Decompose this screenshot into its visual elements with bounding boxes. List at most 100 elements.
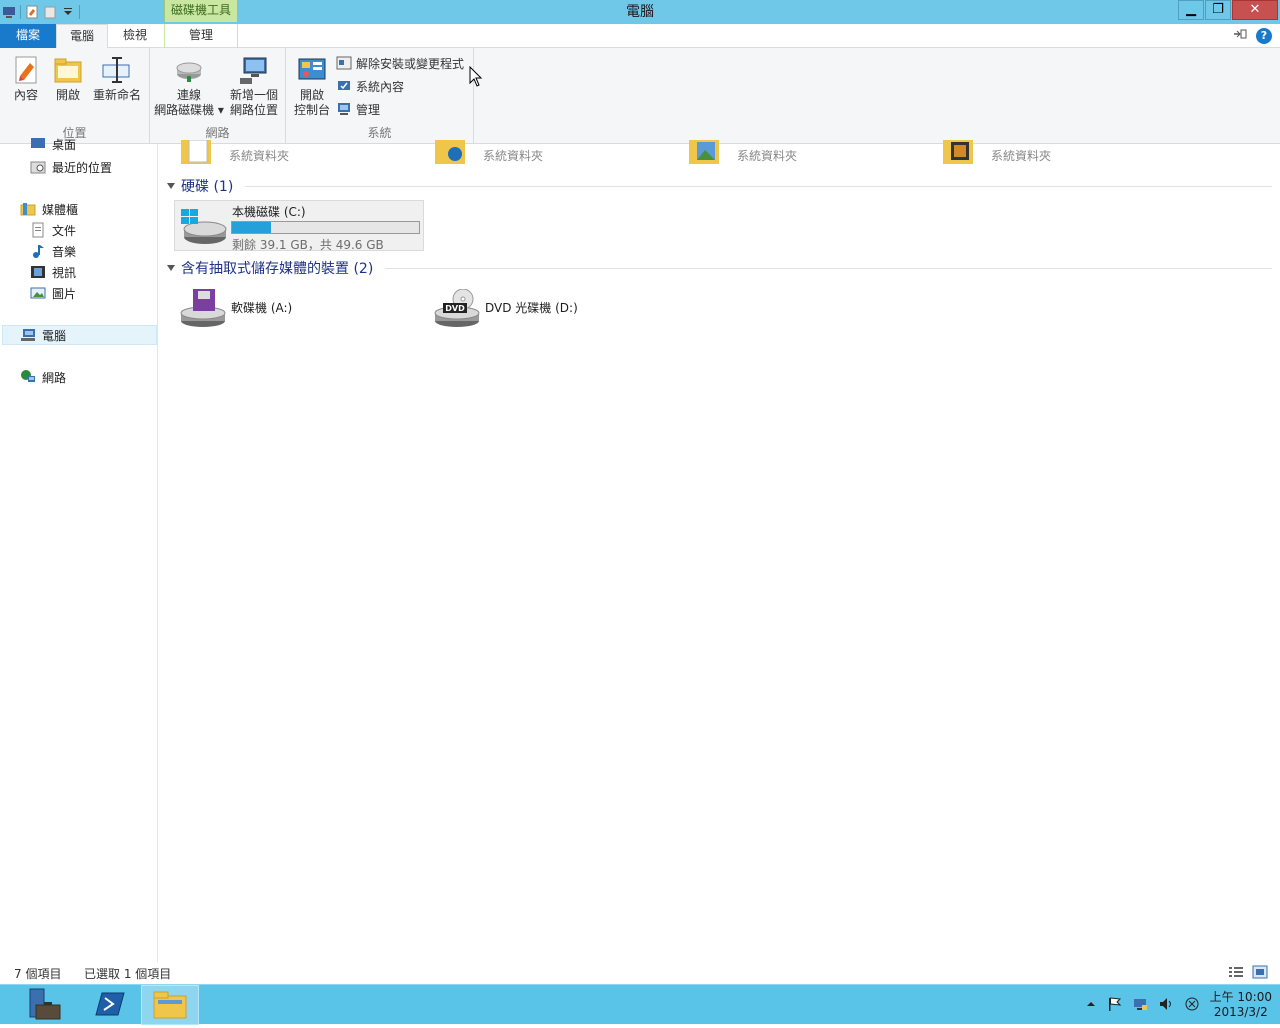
tab-computer[interactable]: 電腦: [56, 24, 108, 49]
programs-icon: [336, 55, 352, 71]
windows-drive-icon: [179, 207, 227, 247]
nav-item-videos[interactable]: 視訊: [30, 262, 76, 282]
clock-time: 上午 10:00: [1209, 990, 1272, 1004]
help-icon[interactable]: ?: [1256, 27, 1272, 44]
manage-button[interactable]: 管理: [336, 99, 380, 119]
ribbon-tabs: 檔案 電腦 檢視 管理 ?: [0, 24, 1280, 49]
drive-c-usage-bar: [231, 221, 420, 234]
list-item[interactable]: 系統資料夾: [433, 140, 543, 170]
minimize-button[interactable]: ▁: [1178, 0, 1204, 20]
system-tray: 上午 10:00 2013/3/2: [1086, 985, 1272, 1025]
nav-item-network[interactable]: 網路: [20, 367, 66, 387]
taskbar: 上午 10:00 2013/3/2: [0, 984, 1280, 1025]
properties-icon: [10, 54, 42, 86]
mouse-cursor-icon: [469, 66, 483, 87]
computer-icon: [20, 327, 36, 343]
chevron-down-icon[interactable]: ▾: [214, 103, 224, 117]
clock-date: 2013/3/2: [1213, 1005, 1268, 1019]
group-label-network: 網路: [205, 126, 230, 140]
libraries-icon: [20, 201, 36, 217]
uninstall-program-button[interactable]: 解除安裝或變更程式: [336, 53, 464, 73]
list-item[interactable]: 系統資料夾: [179, 139, 289, 170]
collapse-triangle-icon[interactable]: [167, 183, 175, 189]
desktop-icon: [30, 136, 46, 152]
file-explorer-taskbar-button[interactable]: [141, 985, 199, 1025]
ribbon-group-network: 連線 網路磁碟機 ▾ 新增一個 網路位置 網路: [150, 48, 286, 144]
computer-management-icon: [336, 101, 352, 117]
drive-a-tile[interactable]: 軟碟機 (A:): [175, 283, 425, 333]
network-icon: [20, 369, 36, 385]
picture-icon: [30, 285, 46, 301]
drive-c-tile[interactable]: 本機磁碟 (C:) 剩餘 39.1 GB，共 49.6 GB: [174, 200, 424, 252]
navigation-pane: 桌面 最近的位置 媒體櫃 文件 音樂 視訊 圖片 電腦 網路: [0, 138, 158, 962]
system-properties-icon: [336, 78, 352, 94]
details-view-icon[interactable]: [1228, 965, 1244, 982]
server-manager-icon: [29, 988, 61, 1020]
chevron-up-icon[interactable]: [1086, 998, 1096, 1012]
control-panel-icon: [296, 54, 328, 86]
server-manager-taskbar-button[interactable]: [14, 985, 72, 1025]
status-bar: 7 個項目 已選取 1 個項目: [0, 962, 1280, 984]
recent-places-icon: [30, 159, 46, 175]
large-icons-view-icon[interactable]: [1252, 965, 1268, 982]
flag-icon[interactable]: [1106, 996, 1122, 1015]
drive-a-name: 軟碟機 (A:): [231, 301, 293, 315]
network-status-icon[interactable]: [1132, 996, 1148, 1015]
nav-item-music[interactable]: 音樂: [30, 241, 76, 261]
collapse-triangle-icon[interactable]: [167, 265, 175, 271]
drive-c-name: 本機磁碟 (C:): [232, 205, 306, 219]
videos-folder-icon: [941, 140, 981, 170]
content-pane: 系統資料夾 系統資料夾 系統資料夾 系統資料夾 硬碟 (1) 本機磁碟 (C:): [159, 139, 1280, 962]
drive-d-tile[interactable]: DVD DVD 光碟機 (D:): [429, 283, 679, 333]
add-network-location-button[interactable]: 新增一個 網路位置: [226, 54, 282, 118]
drive-c-free-space: 剩餘 39.1 GB，共 49.6 GB: [232, 238, 384, 252]
tab-manage[interactable]: 管理: [164, 24, 238, 48]
restore-button[interactable]: ❐: [1205, 0, 1231, 20]
nav-item-recent[interactable]: 最近的位置: [30, 157, 112, 177]
map-network-drive-button[interactable]: 連線 網路磁碟機 ▾: [154, 54, 224, 118]
group-label-system: 系統: [367, 126, 392, 140]
rename-icon: [101, 54, 133, 86]
open-control-panel-button[interactable]: 開啟 控制台: [290, 54, 334, 118]
ribbon-right-controls: ?: [1232, 27, 1272, 44]
language-icon[interactable]: [1184, 996, 1200, 1015]
window-title: 電腦: [626, 4, 654, 20]
ribbon: 內容 開啟 重新命名 位置 連線 網路磁碟機 ▾ 新增一個 網路位置 網路 開啟…: [0, 48, 1280, 144]
volume-icon[interactable]: [1158, 996, 1174, 1015]
section-header-hard-drives[interactable]: 硬碟 (1): [167, 176, 1272, 196]
tab-view[interactable]: 檢視: [108, 24, 162, 48]
documents-folder-icon: [179, 139, 219, 170]
dvd-badge-text: DVD: [445, 304, 465, 313]
network-drive-icon: [173, 54, 205, 86]
ribbon-group-location: 內容 開啟 重新命名 位置: [0, 48, 150, 144]
nav-item-pictures[interactable]: 圖片: [30, 283, 76, 303]
close-button[interactable]: ✕: [1232, 0, 1278, 20]
list-item[interactable]: 系統資料夾: [941, 140, 1051, 170]
drive-d-name: DVD 光碟機 (D:): [485, 301, 578, 315]
properties-button[interactable]: 內容: [8, 54, 44, 103]
tab-file[interactable]: 檔案: [0, 24, 56, 48]
music-folder-icon: [433, 140, 473, 170]
rename-button[interactable]: 重新命名: [90, 54, 144, 103]
nav-item-documents[interactable]: 文件: [30, 220, 76, 240]
status-selected-count: 已選取 1 個項目: [84, 967, 172, 981]
nav-item-computer[interactable]: 電腦: [20, 325, 66, 345]
clock[interactable]: 上午 10:00 2013/3/2: [1210, 990, 1272, 1020]
powershell-icon: [95, 992, 125, 1016]
network-location-icon: [238, 54, 270, 86]
nav-item-libraries[interactable]: 媒體櫃: [20, 199, 78, 219]
folder-open-icon: [52, 54, 84, 86]
list-item[interactable]: 系統資料夾: [687, 140, 797, 170]
floppy-drive-icon: [179, 289, 227, 329]
ribbon-group-system: 開啟 控制台 解除安裝或變更程式 系統內容 管理 系統: [286, 48, 474, 144]
video-icon: [30, 264, 46, 280]
nav-item-desktop[interactable]: 桌面: [30, 136, 76, 152]
section-header-removable[interactable]: 含有抽取式儲存媒體的裝置 (2): [167, 258, 1272, 278]
powershell-taskbar-button[interactable]: [80, 985, 138, 1025]
expand-ribbon-icon[interactable]: [1232, 27, 1248, 44]
dvd-drive-icon: DVD: [433, 288, 481, 329]
system-properties-button[interactable]: 系統內容: [336, 76, 404, 96]
open-button[interactable]: 開啟: [50, 54, 86, 103]
document-icon: [30, 222, 46, 238]
title-bar: 磁碟機工具 電腦 ▁ ❐ ✕: [0, 0, 1280, 24]
